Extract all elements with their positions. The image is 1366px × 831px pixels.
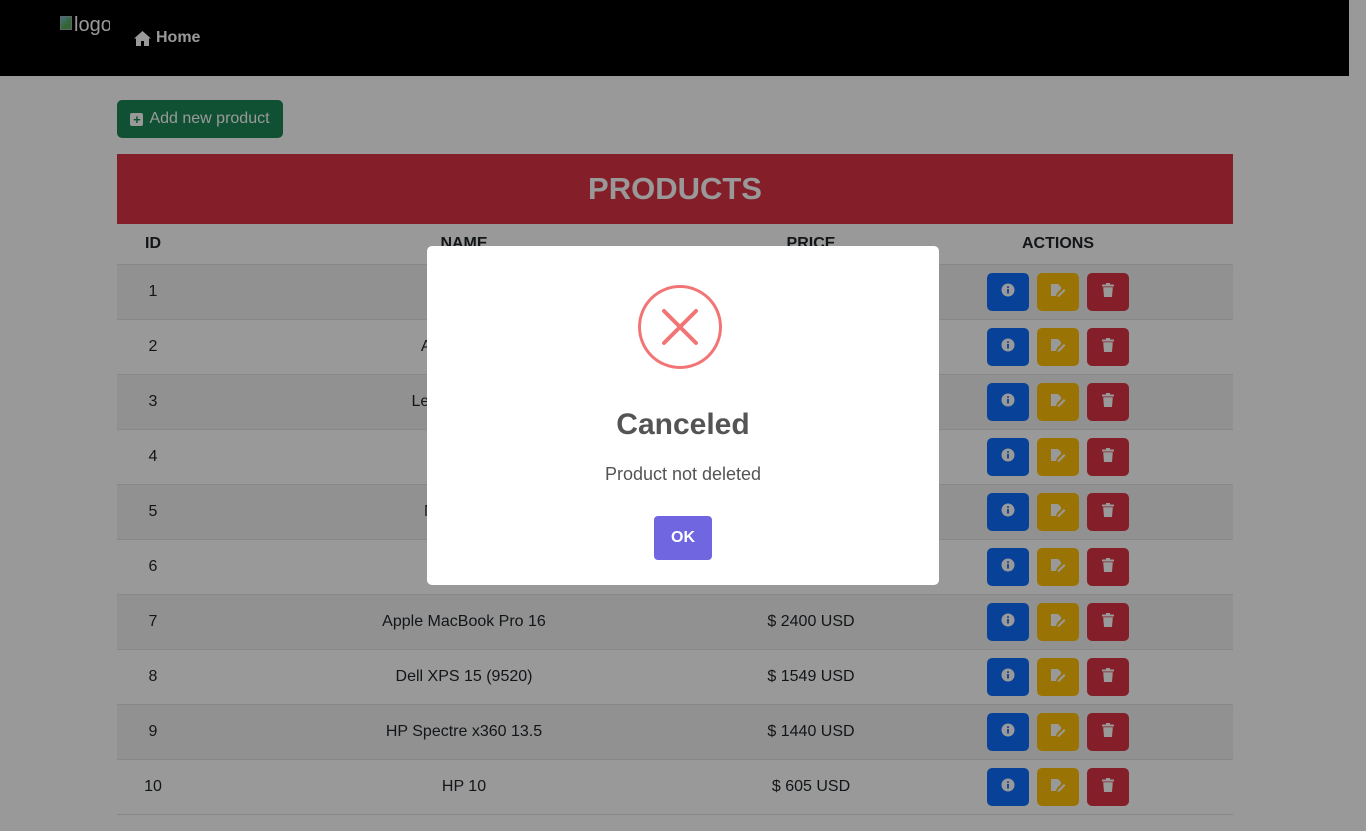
dialog-message: Product not deleted [604, 464, 762, 484]
ok-button[interactable]: OK [654, 516, 712, 560]
dialog-title: Canceled [616, 408, 750, 441]
error-x-icon [638, 285, 722, 369]
canceled-dialog: Canceled Product not deleted OK [427, 246, 939, 585]
